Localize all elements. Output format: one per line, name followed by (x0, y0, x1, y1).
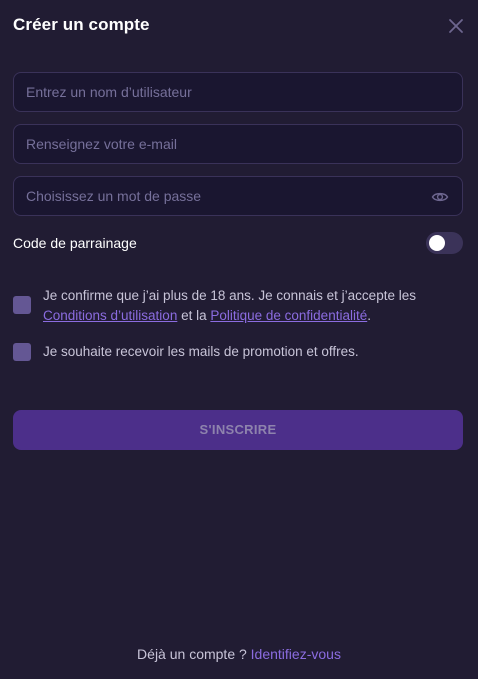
email-input[interactable] (14, 125, 462, 163)
terms-text-part-3: . (367, 308, 371, 323)
toggle-password-visibility-button[interactable] (431, 188, 449, 206)
terms-checkbox[interactable] (13, 296, 31, 314)
promo-text: Je souhaite recevoir les mails de promot… (43, 344, 359, 359)
eye-icon (431, 192, 449, 202)
username-field-container (13, 72, 463, 112)
password-field-container (13, 176, 463, 216)
password-input[interactable] (14, 177, 462, 215)
terms-of-use-link[interactable]: Conditions d’utilisation (43, 308, 177, 323)
username-input[interactable] (14, 73, 462, 111)
login-link[interactable]: Identifiez-vous (251, 646, 341, 662)
register-button[interactable]: S'INSCRIRE (13, 410, 463, 450)
email-field-container (13, 124, 463, 164)
privacy-policy-link[interactable]: Politique de confidentialité (210, 308, 367, 323)
terms-text-part-1: Je confirme que j’ai plus de 18 ans. Je … (43, 288, 416, 303)
footer-question: Déjà un compte ? (137, 646, 251, 662)
close-button[interactable] (446, 16, 466, 36)
toggle-knob (429, 235, 445, 251)
modal-title: Créer un compte (13, 15, 150, 34)
terms-text-part-2: et la (177, 308, 211, 323)
footer: Déjà un compte ? Identifiez-vous (0, 646, 478, 662)
promo-checkbox[interactable] (13, 343, 31, 361)
close-icon (449, 19, 463, 33)
terms-text: Je confirme que j’ai plus de 18 ans. Je … (43, 286, 463, 326)
referral-code-label: Code de parrainage (13, 235, 137, 251)
referral-code-toggle[interactable] (426, 232, 463, 254)
